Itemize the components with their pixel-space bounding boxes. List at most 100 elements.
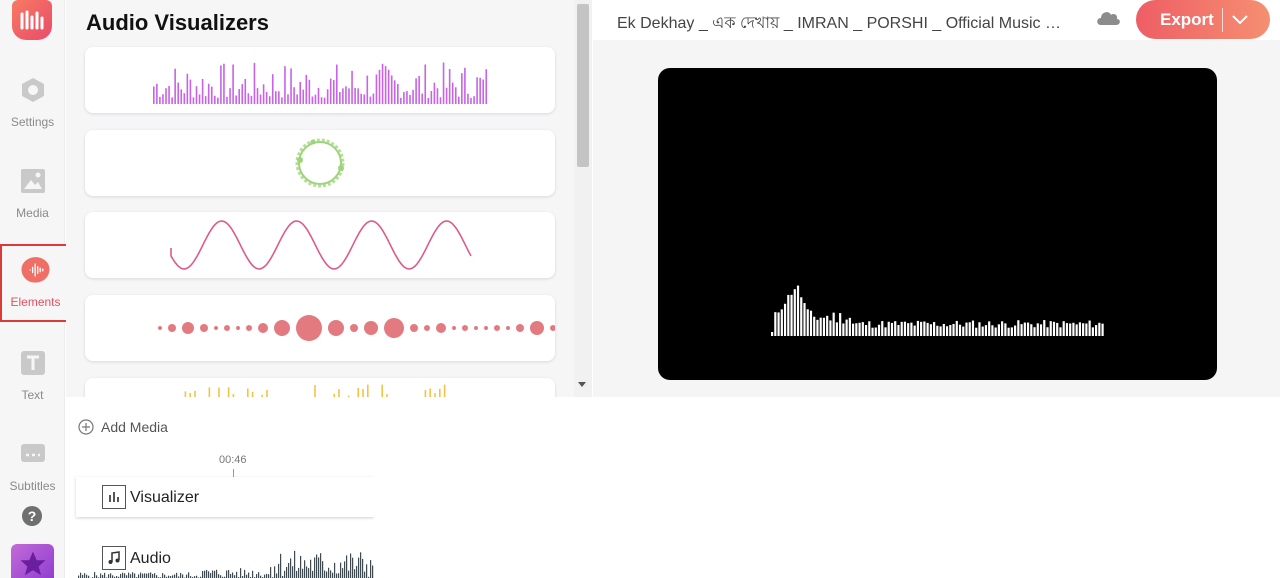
visualizer-dot: [246, 325, 252, 331]
audio-waveform-bar: [284, 570, 286, 578]
sidebar-item-elements[interactable]: Elements: [0, 244, 71, 322]
visualizer-card-dots[interactable]: [85, 295, 555, 361]
visualizer-dot: [224, 325, 230, 331]
visualizer-bar: [180, 89, 183, 104]
cloud-save-icon[interactable]: [1095, 8, 1121, 33]
preview-visualizer-bar: [894, 321, 897, 336]
project-title[interactable]: Ek Dekhay _ এক দেখায় _ IMRAN _ PORSHI _…: [617, 10, 1067, 37]
audio-waveform-bar: [252, 570, 254, 578]
visualizer-bar: [265, 91, 268, 104]
visualizer-bar: [241, 84, 244, 104]
visualizer-bar: [336, 64, 338, 104]
sidebar-item-subtitles[interactable]: Subtitles: [0, 430, 65, 505]
visualizer-dot: [200, 324, 208, 332]
audio-waveform-bar: [340, 562, 342, 578]
plus-circle-icon: [78, 419, 94, 435]
visualizer-bar: [418, 75, 420, 104]
visualizer-bar: [210, 86, 213, 104]
visualizer-bar: [366, 75, 369, 104]
track-visualizer[interactable]: Visualizer: [76, 477, 374, 517]
visualizer-bar: [485, 69, 488, 104]
dots-visualizer-preview: [158, 315, 555, 341]
audio-waveform-bar: [150, 572, 152, 578]
preview-visualizer-bar: [933, 322, 936, 336]
scroll-down-arrow-icon[interactable]: [578, 382, 586, 387]
preview-visualizer-bar: [1056, 322, 1059, 336]
preview-visualizer-bar: [991, 325, 994, 336]
visualizer-panel: Audio Visualizers: [66, 0, 574, 397]
visualizer-bar: [247, 93, 250, 104]
audio-waveform-bar: [292, 566, 294, 578]
audio-waveform-bar: [140, 572, 142, 578]
preview-visualizer-bar: [1095, 325, 1098, 336]
audio-waveform-bar: [360, 552, 362, 578]
visualizer-dot: [258, 323, 268, 333]
visualizer-bar: [268, 96, 271, 104]
visualizer-card-circle[interactable]: [85, 130, 555, 196]
preview-visualizer-bar: [839, 313, 842, 336]
visualizer-bar: [342, 88, 344, 104]
sidebar-item-media[interactable]: Media: [0, 157, 65, 232]
visualizer-bar: [198, 94, 201, 104]
preview-visualizer-bar: [1020, 324, 1023, 336]
preview-visualizer-bar: [939, 326, 942, 336]
video-preview-canvas[interactable]: [658, 68, 1217, 380]
visualizer-card-bars[interactable]: [85, 47, 555, 113]
visualizer-bar: [427, 97, 430, 104]
visualizer-bar: [386, 394, 388, 397]
visualizer-bar: [156, 83, 158, 104]
audio-waveform-bar: [214, 570, 216, 578]
visualizer-bar: [387, 69, 390, 104]
audio-waveform-bar: [350, 553, 352, 578]
visualizer-dot: [214, 326, 218, 330]
preview-visualizer-bar: [1091, 327, 1094, 336]
visualizer-bar: [464, 67, 466, 104]
chevron-down-icon[interactable]: [1223, 0, 1257, 39]
preview-visualizer-bar: [787, 294, 790, 336]
audio-waveform-bar: [366, 564, 368, 578]
audio-waveform-bar: [348, 570, 350, 578]
visualizer-bar: [266, 389, 268, 397]
audio-waveform-bar: [186, 574, 188, 578]
export-button[interactable]: Export: [1136, 0, 1270, 39]
panel-scrollbar[interactable]: [574, 0, 592, 397]
panel-title: Audio Visualizers: [86, 10, 269, 35]
visualizer-bar: [244, 78, 247, 104]
sidebar-item-text[interactable]: Text: [0, 339, 65, 414]
visualizer-dot: [168, 324, 176, 332]
audio-waveform-bar: [302, 568, 304, 578]
visualizer-bar: [345, 86, 347, 104]
preview-visualizer-bar: [913, 325, 916, 336]
visualizer-dot: [328, 320, 344, 336]
help-icon[interactable]: ?: [22, 506, 42, 526]
premium-star-button[interactable]: [11, 544, 54, 578]
preview-visualizer-bar: [1033, 327, 1036, 336]
visualizer-card-wave[interactable]: [85, 212, 555, 278]
visualizer-bar: [302, 89, 305, 104]
visualizer-dot: [516, 324, 524, 332]
scrollbar-thumb[interactable]: [577, 4, 589, 167]
sidebar-item-settings[interactable]: Settings: [0, 66, 65, 141]
visualizer-bar: [443, 384, 446, 397]
audio-waveform-bar: [308, 568, 310, 578]
visualizer-dot: [484, 326, 488, 330]
visualizer-bar: [424, 390, 427, 397]
app-logo[interactable]: [12, 0, 52, 40]
preview-area: [593, 40, 1280, 397]
audio-waveform-bar: [210, 573, 212, 578]
preview-visualizer-bar: [1010, 327, 1013, 336]
visualizer-bar: [390, 75, 393, 104]
preview-visualizer-bar: [975, 327, 978, 336]
track-audio[interactable]: Audio: [76, 538, 374, 578]
visualizer-bar: [320, 97, 323, 104]
add-media-button[interactable]: Add Media: [78, 419, 168, 435]
preview-visualizer-bar: [887, 321, 890, 336]
audio-waveform-bar: [228, 570, 230, 578]
audio-waveform-bar: [358, 557, 360, 578]
visualizer-dot: [550, 325, 555, 331]
visualizer-card-bars-yellow[interactable]: [85, 378, 555, 397]
visualizer-bar: [290, 68, 292, 104]
audio-waveform-bar: [176, 572, 178, 578]
visualizer-bar: [403, 92, 405, 104]
preview-visualizer-bar: [907, 323, 910, 336]
